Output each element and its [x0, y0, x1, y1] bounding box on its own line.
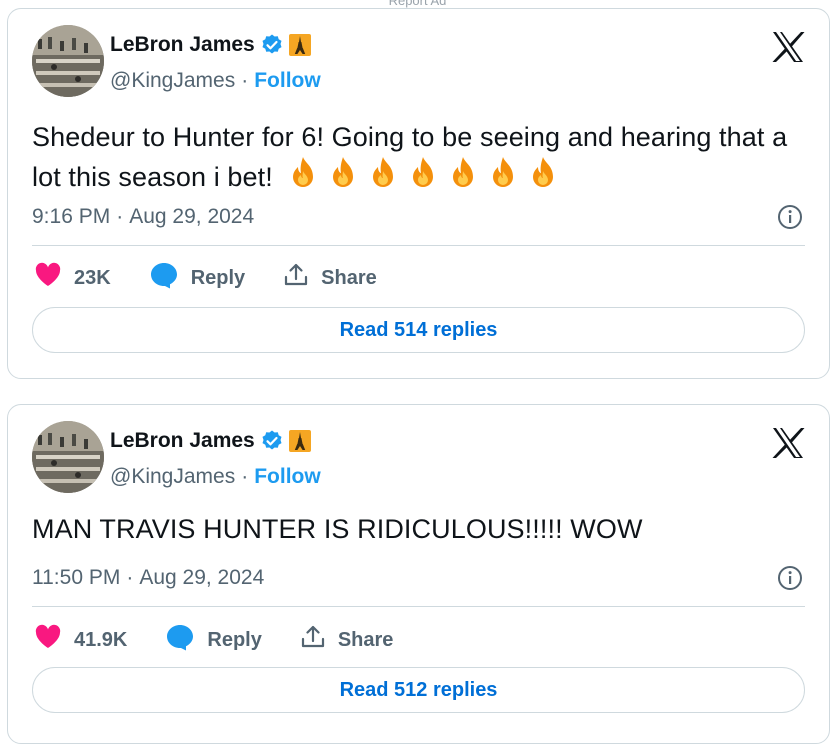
like-count: 41.9K [74, 628, 128, 651]
verified-badge-icon [260, 429, 284, 453]
x-logo-icon[interactable] [771, 31, 805, 68]
handle-line: @KingJames · Follow [110, 69, 321, 93]
action-bar: 41.9K Reply Share [34, 623, 431, 657]
fire-icon [444, 155, 482, 200]
handle-line: @KingJames · Follow [110, 465, 321, 489]
read-replies-button[interactable]: Read 512 replies [32, 667, 805, 713]
separator-dot: · [241, 465, 249, 488]
fire-icon [284, 155, 322, 200]
fire-icon [364, 155, 402, 200]
fire-emoji-row [284, 155, 562, 200]
tweet-date: Aug 29, 2024 [139, 566, 265, 589]
handle[interactable]: @KingJames [110, 465, 235, 489]
follow-link[interactable]: Follow [254, 465, 321, 489]
author-line: LeBron James [110, 429, 311, 453]
share-button[interactable]: Share [300, 624, 394, 656]
tweet-time: 11:50 PM [32, 566, 121, 589]
tweet-text: Shedeur to Hunter for 6! Going to be see… [32, 119, 799, 200]
handle[interactable]: @KingJames [110, 69, 235, 93]
like-button[interactable]: 41.9K [34, 624, 127, 656]
tweet-card-1: LeBron James @KingJames · Follow Shedeur… [7, 8, 830, 379]
fire-icon [524, 155, 562, 200]
reply-label: Reply [190, 266, 246, 289]
author-name[interactable]: LeBron James [110, 33, 255, 57]
verified-badge-icon [260, 33, 284, 57]
reply-bubble-icon [149, 261, 179, 295]
heart-icon [34, 624, 62, 656]
like-button[interactable]: 23K [34, 262, 111, 294]
fire-icon [324, 155, 362, 200]
reply-label: Reply [207, 628, 262, 651]
eiffel-tower-icon [288, 430, 311, 452]
tweet-time: 9:16 PM [32, 205, 111, 228]
action-bar: 23K Reply Share [34, 261, 415, 295]
heart-icon [34, 262, 62, 294]
reply-button[interactable]: Reply [165, 623, 262, 657]
report-ad-label[interactable]: Report Ad [0, 0, 835, 8]
divider [32, 606, 805, 607]
tweet-text: MAN TRAVIS HUNTER IS RIDICULOUS!!!!! WOW [32, 514, 643, 544]
like-count: 23K [74, 266, 111, 289]
eiffel-tower-icon [288, 34, 311, 56]
reply-button[interactable]: Reply [149, 261, 245, 295]
follow-link[interactable]: Follow [254, 69, 321, 93]
share-label: Share [337, 628, 394, 651]
separator-dot: · [116, 205, 124, 228]
info-icon[interactable] [777, 204, 803, 235]
tweet-date: Aug 29, 2024 [129, 205, 255, 228]
avatar[interactable] [32, 421, 104, 493]
timestamp[interactable]: 9:16 PM · Aug 29, 2024 [32, 205, 254, 229]
fire-icon [484, 155, 522, 200]
tweet-card-2: LeBron James @KingJames · Follow MAN TRA… [7, 404, 830, 744]
author-name[interactable]: LeBron James [110, 429, 255, 453]
separator-dot: · [126, 566, 134, 589]
reply-bubble-icon [165, 623, 195, 657]
author-line: LeBron James [110, 33, 311, 57]
separator-dot: · [241, 69, 249, 92]
share-label: Share [321, 266, 377, 289]
share-button[interactable]: Share [283, 262, 377, 294]
timestamp[interactable]: 11:50 PM · Aug 29, 2024 [32, 566, 264, 590]
fire-icon [404, 155, 442, 200]
share-icon [300, 624, 326, 656]
avatar[interactable] [32, 25, 104, 97]
info-icon[interactable] [777, 565, 803, 596]
divider [32, 245, 805, 246]
x-logo-icon[interactable] [771, 427, 805, 464]
share-icon [283, 262, 309, 294]
read-replies-button[interactable]: Read 514 replies [32, 307, 805, 353]
